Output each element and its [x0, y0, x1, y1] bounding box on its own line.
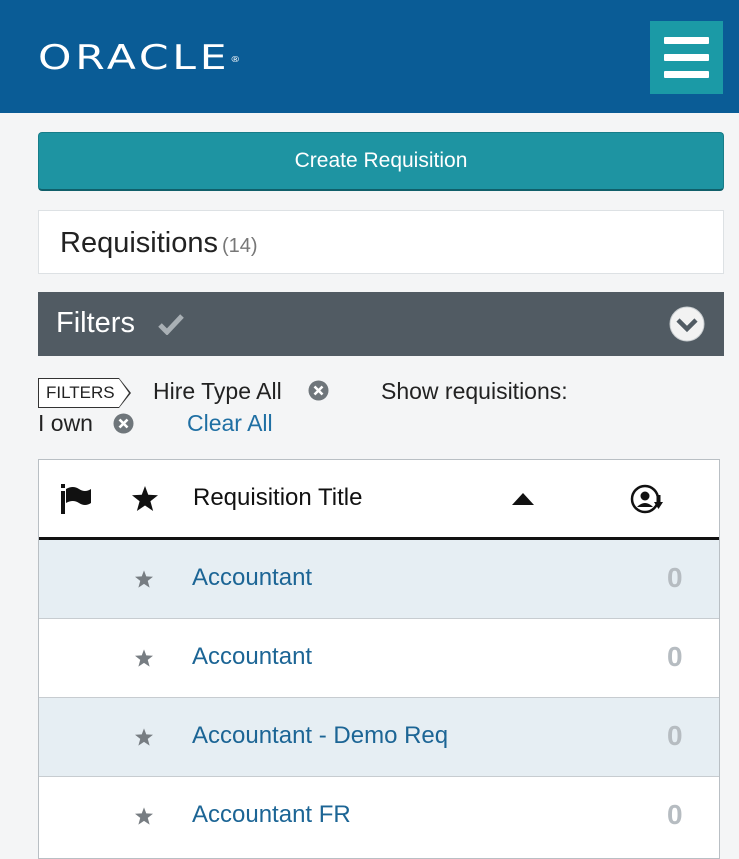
filters-title: Filters — [56, 307, 135, 339]
show-requisitions-label: Show requisitions: — [381, 378, 568, 404]
favorite-star-icon[interactable] — [135, 728, 153, 746]
requisition-title-link[interactable]: Accountant — [192, 643, 312, 671]
requisitions-table: Requisition Title Accountant 0 Accountan… — [38, 459, 720, 859]
menu-bar-icon — [664, 71, 709, 78]
chevron-down-circle-icon[interactable] — [669, 306, 705, 342]
hire-type-filter: Hire Type All — [153, 378, 282, 404]
requisition-title-link[interactable]: Accountant - Demo Req — [192, 722, 448, 750]
menu-bar-icon — [664, 54, 709, 61]
table-header: Requisition Title — [39, 460, 719, 540]
checkmark-icon — [158, 314, 184, 335]
candidate-count: 0 — [667, 720, 683, 751]
requisitions-header-card: Requisitions (14) — [38, 210, 724, 274]
filters-panel-toggle[interactable]: Filters — [38, 292, 724, 356]
filters-tag: FILTERS — [38, 378, 131, 408]
table-row[interactable]: Accountant 0 — [39, 619, 719, 698]
requisition-title-link[interactable]: Accountant — [192, 564, 312, 592]
oracle-logo[interactable]: ORACLE® — [38, 38, 240, 78]
hamburger-menu-button[interactable] — [650, 21, 723, 94]
clear-all-link[interactable]: Clear All — [187, 410, 273, 437]
favorite-star-icon[interactable] — [135, 649, 153, 667]
create-requisition-button[interactable]: Create Requisition — [38, 132, 724, 191]
candidate-count: 0 — [667, 562, 683, 593]
requisitions-count: (14) — [221, 235, 258, 257]
requisition-title-column-header[interactable]: Requisition Title — [193, 484, 362, 512]
menu-bar-icon — [664, 37, 709, 44]
requisition-title-link[interactable]: Accountant FR — [192, 801, 351, 829]
star-icon[interactable] — [132, 486, 158, 511]
page-title: Requisitions (14) — [60, 227, 258, 260]
sort-ascending-icon[interactable] — [512, 493, 534, 505]
show-requisitions-value: I own — [38, 410, 93, 436]
remove-show-filter-icon[interactable] — [113, 413, 134, 434]
table-row[interactable]: Accountant - Demo Req 0 — [39, 698, 719, 777]
favorite-star-icon[interactable] — [135, 807, 153, 825]
candidates-icon[interactable] — [630, 484, 664, 516]
favorite-star-icon[interactable] — [135, 570, 153, 588]
requisitions-title: Requisitions — [60, 227, 218, 259]
table-row[interactable]: Accountant FR 0 — [39, 777, 719, 856]
remove-hire-type-filter-icon[interactable] — [308, 380, 329, 401]
flag-icon[interactable] — [60, 484, 92, 514]
candidate-count: 0 — [667, 641, 683, 672]
table-row[interactable]: Accountant 0 — [39, 540, 719, 619]
candidate-count: 0 — [667, 799, 683, 830]
app-header: ORACLE® — [0, 0, 739, 113]
